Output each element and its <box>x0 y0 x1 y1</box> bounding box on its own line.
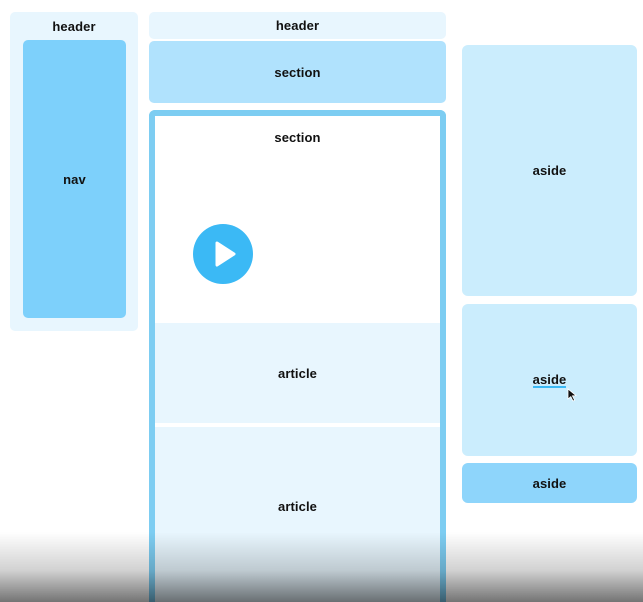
aside-box-2: aside <box>462 304 637 456</box>
middle-header-box: header <box>149 12 446 39</box>
left-header-label: header <box>52 19 96 34</box>
section-main-label: section <box>274 130 321 145</box>
mouse-cursor-icon <box>567 388 578 402</box>
nav-label: nav <box>63 171 86 187</box>
middle-header-label: header <box>275 18 320 33</box>
article-2-label: article <box>277 499 317 514</box>
article-box-2: article <box>155 427 440 602</box>
aside-1-label: aside <box>532 163 567 178</box>
play-button[interactable] <box>193 224 253 284</box>
play-icon <box>215 241 236 267</box>
aside-2-label: aside <box>532 371 567 388</box>
section-top-box: section <box>149 41 446 103</box>
article-box-1: article <box>155 323 440 423</box>
nav-box: nav <box>23 40 126 318</box>
aside-box-1: aside <box>462 45 637 296</box>
article-1-label: article <box>277 365 317 381</box>
layout-diagram: header nav header section section articl… <box>0 0 643 602</box>
aside-3-label: aside <box>532 475 567 491</box>
aside-box-3: aside <box>462 463 637 503</box>
section-top-label: section <box>274 64 321 80</box>
section-main-box: section article article <box>149 110 446 602</box>
